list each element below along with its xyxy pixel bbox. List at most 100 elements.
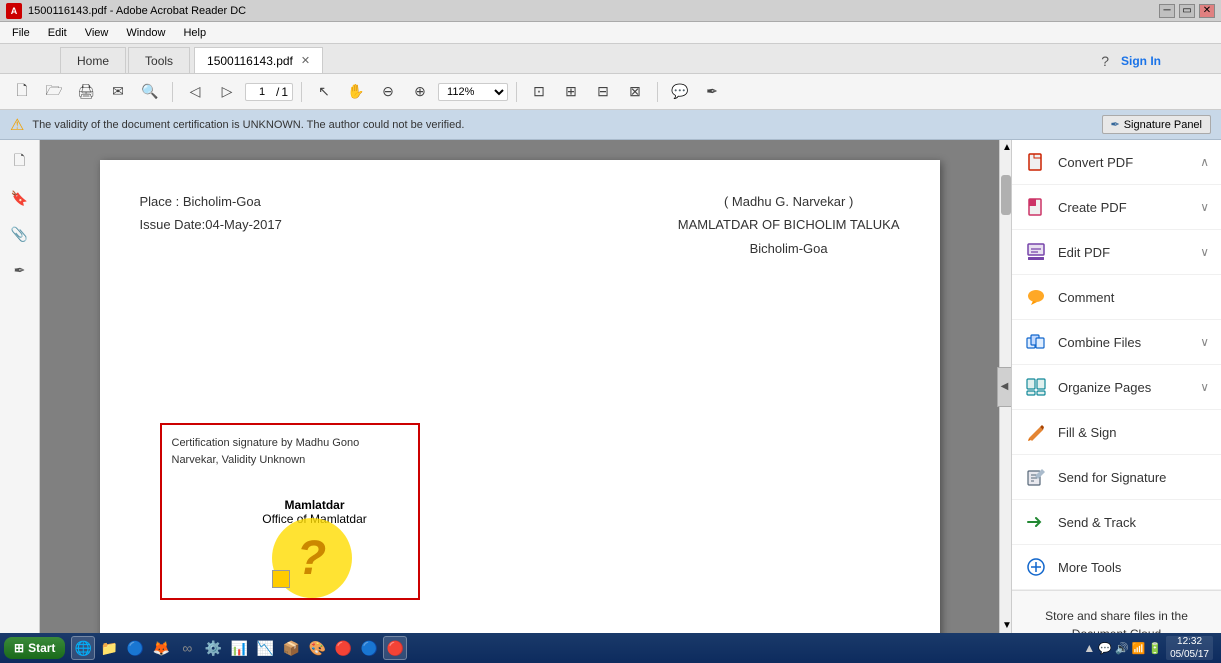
- toolbar-zoom-in[interactable]: ⊕: [406, 78, 434, 106]
- sidebar-bookmark-icon[interactable]: 🔖: [6, 184, 34, 212]
- sig-role-name: Mamlatdar: [222, 498, 408, 512]
- taskbar-app9[interactable]: 📦: [279, 636, 303, 660]
- organize-pages-label: Organize Pages: [1058, 380, 1190, 395]
- scroll-down-arrow[interactable]: ▼: [1000, 618, 1011, 633]
- taskbar-firefox[interactable]: 🦊: [149, 636, 173, 660]
- pdf-area: Place : Bicholim-Goa Issue Date:04-May-2…: [40, 140, 1011, 633]
- taskbar-explorer[interactable]: 📁: [97, 636, 121, 660]
- taskbar-excel[interactable]: 📊: [227, 636, 251, 660]
- tab-file[interactable]: 1500116143.pdf ✕: [194, 47, 323, 73]
- toolbar-prev-page[interactable]: ◁: [181, 78, 209, 106]
- page-number-input[interactable]: [250, 86, 274, 98]
- panel-item-fill-sign[interactable]: Fill & Sign: [1012, 410, 1221, 455]
- taskbar-app6[interactable]: ⚙️: [201, 636, 225, 660]
- toolbar-print[interactable]: 🖨: [72, 78, 100, 106]
- help-icon[interactable]: ?: [1101, 53, 1109, 69]
- panel-item-convert-pdf[interactable]: Convert PDF ∧: [1012, 140, 1221, 185]
- toolbar-zoom-out[interactable]: ⊖: [374, 78, 402, 106]
- tab-close-icon[interactable]: ✕: [301, 54, 310, 67]
- sidebar-signature-icon[interactable]: ✒: [6, 256, 34, 284]
- tab-home[interactable]: Home: [60, 47, 126, 73]
- zoom-select[interactable]: 112% 100% 75% 150%: [438, 83, 508, 101]
- create-pdf-icon: [1024, 195, 1048, 219]
- taskbar-app5[interactable]: ∞: [175, 636, 199, 660]
- toolbar-search[interactable]: 🔍: [136, 78, 164, 106]
- signature-box: Certification signature by Madhu Gono Na…: [160, 423, 420, 600]
- taskbar-chrome[interactable]: 🔵: [357, 636, 381, 660]
- toolbar-fit-page[interactable]: ⊞: [557, 78, 585, 106]
- signature-panel-button[interactable]: ✒ Signature Panel: [1102, 115, 1212, 134]
- sidebar-tools-icon[interactable]: 🗋: [6, 148, 34, 176]
- toolbar-fit[interactable]: ⊡: [525, 78, 553, 106]
- taskbar-app8[interactable]: 📉: [253, 636, 277, 660]
- combine-files-icon: [1024, 330, 1048, 354]
- app-icon: A: [6, 3, 22, 19]
- panel-collapse-handle[interactable]: ◀: [997, 367, 1011, 407]
- toolbar-comment-icon[interactable]: 💬: [666, 78, 694, 106]
- restore-button[interactable]: ▭: [1179, 4, 1195, 18]
- pdf-issue-date: Issue Date:04-May-2017: [140, 213, 282, 236]
- panel-item-more-tools[interactable]: More Tools: [1012, 545, 1221, 590]
- pdf-signatory-name: ( Madhu G. Narvekar ): [678, 190, 900, 213]
- toolbar-email[interactable]: ✉: [104, 78, 132, 106]
- taskbar-icons: 🌐 📁 🔵 🦊 ∞ ⚙️ 📊 📉 📦 🎨 🔴 🔵 🔴: [71, 636, 407, 660]
- toolbar-hand[interactable]: ✋: [342, 78, 370, 106]
- edit-pdf-icon: [1024, 240, 1048, 264]
- menu-window[interactable]: Window: [118, 25, 173, 41]
- taskbar-ie[interactable]: 🌐: [71, 636, 95, 660]
- more-tools-icon: [1024, 555, 1048, 579]
- sidebar-attachment-icon[interactable]: 📎: [6, 220, 34, 248]
- menu-file[interactable]: File: [4, 25, 38, 41]
- pdf-place: Place : Bicholim-Goa: [140, 190, 282, 213]
- toolbar-rotate[interactable]: ⊟: [589, 78, 617, 106]
- panel-item-organize-pages[interactable]: Organize Pages ∨: [1012, 365, 1221, 410]
- toolbar-sep-3: [516, 82, 517, 102]
- toolbar-open[interactable]: 🗁: [40, 78, 68, 106]
- toolbar: 🗋 🗁 🖨 ✉ 🔍 ◁ ▷ / 1 ↖ ✋ ⊖ ⊕ 112% 100% 75% …: [0, 74, 1221, 110]
- pdf-right-info: ( Madhu G. Narvekar ) MAMLATDAR OF BICHO…: [678, 190, 900, 260]
- taskbar: ⊞ Start 🌐 📁 🔵 🦊 ∞ ⚙️ 📊 📉 📦 🎨 🔴 🔵 🔴 ▲ 💬 🔊…: [0, 633, 1221, 663]
- panel-item-edit-pdf[interactable]: Edit PDF ∨: [1012, 230, 1221, 275]
- taskbar-app3[interactable]: 🔵: [123, 636, 147, 660]
- warning-icon: ⚠: [10, 115, 24, 135]
- taskbar-right: ▲ 💬 🔊 📶 🔋 12:32 05/05/17: [1083, 636, 1217, 660]
- scroll-thumb[interactable]: [1001, 175, 1011, 215]
- menu-view[interactable]: View: [77, 25, 117, 41]
- menu-edit[interactable]: Edit: [40, 25, 75, 41]
- toolbar-select[interactable]: ↖: [310, 78, 338, 106]
- start-button[interactable]: ⊞ Start: [4, 637, 65, 659]
- pdf-left-info: Place : Bicholim-Goa Issue Date:04-May-2…: [140, 190, 282, 260]
- notification-text: The validity of the document certificati…: [32, 119, 1093, 131]
- left-sidebar: 🗋 🔖 📎 ✒: [0, 140, 40, 633]
- tab-tools[interactable]: Tools: [128, 47, 190, 73]
- menu-help[interactable]: Help: [175, 25, 214, 41]
- taskbar-app11[interactable]: 🔴: [331, 636, 355, 660]
- scroll-up-arrow[interactable]: ▲: [1000, 140, 1011, 155]
- panel-item-comment[interactable]: Comment: [1012, 275, 1221, 320]
- convert-pdf-chevron-up: ∧: [1200, 155, 1209, 169]
- taskbar-acrobat[interactable]: 🔴: [383, 636, 407, 660]
- panel-item-create-pdf[interactable]: Create PDF ∨: [1012, 185, 1221, 230]
- taskbar-sys-icon-2: 💬: [1098, 642, 1112, 655]
- pdf-signatory-title: MAMLATDAR OF BICHOLIM TALUKA: [678, 213, 900, 236]
- pdf-scroll[interactable]: Place : Bicholim-Goa Issue Date:04-May-2…: [40, 140, 999, 633]
- taskbar-app10[interactable]: 🎨: [305, 636, 329, 660]
- toolbar-new-doc[interactable]: 🗋: [8, 78, 36, 106]
- panel-item-combine-files[interactable]: Combine Files ∨: [1012, 320, 1221, 365]
- comment-icon: [1024, 285, 1048, 309]
- page-navigation: / 1: [245, 83, 293, 101]
- toolbar-next-page[interactable]: ▷: [213, 78, 241, 106]
- organize-pages-icon: [1024, 375, 1048, 399]
- panel-item-send-track[interactable]: Send & Track: [1012, 500, 1221, 545]
- minimize-button[interactable]: ─: [1159, 4, 1175, 18]
- taskbar-clock[interactable]: 12:32 05/05/17: [1166, 636, 1213, 660]
- panel-item-send-signature[interactable]: Send for Signature: [1012, 455, 1221, 500]
- toolbar-tools2[interactable]: ⊠: [621, 78, 649, 106]
- right-panel: Convert PDF ∧ Create PDF ∨ Edit PDF ∨ Co…: [1011, 140, 1221, 633]
- toolbar-sign[interactable]: ✒: [698, 78, 726, 106]
- close-button[interactable]: ✕: [1199, 4, 1215, 18]
- taskbar-sys-icons: ▲ 💬 🔊 📶 🔋: [1083, 641, 1162, 655]
- sign-in-button[interactable]: Sign In: [1121, 54, 1161, 68]
- combine-files-label: Combine Files: [1058, 335, 1190, 350]
- create-pdf-chevron: ∨: [1200, 200, 1209, 214]
